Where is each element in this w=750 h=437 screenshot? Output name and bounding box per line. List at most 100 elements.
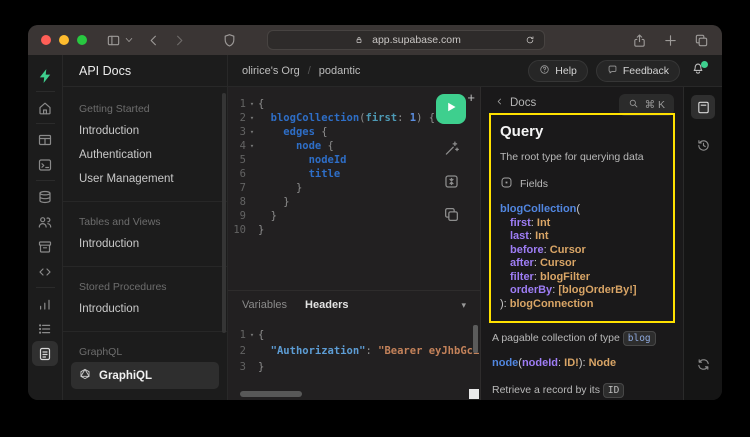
sidebar-title: API Docs: [63, 55, 227, 87]
lock-icon: [351, 32, 367, 48]
tab-variables[interactable]: Variables: [242, 299, 287, 311]
sidebar-section-heading: Getting Started: [79, 103, 150, 115]
doc-signature-line[interactable]: last: Int: [500, 230, 664, 244]
query-editor[interactable]: 1 ▾{2 ▾ blogCollection(first: 1) {3 ▾ edges…: [228, 87, 480, 290]
project-header: olirice's Org / podantic Help Feedback: [228, 55, 722, 87]
graphiql-editor-pane: 1 ▾{2 ▾ blogCollection(first: 1) {3 ▾ edges…: [228, 87, 480, 400]
feedback-button[interactable]: Feedback: [595, 59, 680, 82]
chevron-left-icon: [495, 97, 504, 109]
sidebar-item-introduction[interactable]: Introduction: [79, 119, 211, 143]
help-button[interactable]: Help: [528, 59, 588, 82]
zoom-window-button[interactable]: [77, 35, 87, 45]
forward-icon[interactable]: [171, 32, 187, 48]
graphql-icon: [79, 368, 91, 383]
rail-reports-icon[interactable]: [32, 291, 58, 316]
sidebar-item-authentication[interactable]: Authentication: [79, 143, 211, 167]
rail-api-docs-icon[interactable]: [32, 341, 58, 366]
sidebar-item-introduction[interactable]: Introduction: [79, 232, 211, 256]
headers-code-line[interactable]: 2 "Authorization": "Bearer eyJhbGci: [228, 343, 480, 359]
blog-type-chip[interactable]: blog: [622, 331, 656, 346]
doc-signature-line[interactable]: blogCollection(: [500, 203, 664, 217]
rail-edge-functions-icon[interactable]: [32, 259, 58, 284]
graphiql-plugin-rail: [683, 87, 722, 400]
doc-type-title: Query: [500, 123, 544, 140]
doc-signature-line[interactable]: before: Cursor: [500, 244, 664, 258]
node-field-signature[interactable]: node(nodeId: ID!): Node: [492, 357, 672, 371]
id-type-chip[interactable]: ID: [602, 382, 625, 398]
rail-home-icon[interactable]: [32, 95, 58, 120]
doc-signature-line[interactable]: ): blogConnection: [500, 298, 664, 312]
new-tab-icon[interactable]: [662, 32, 678, 48]
chevron-down-icon[interactable]: [121, 32, 137, 48]
rail-database-icon[interactable]: [32, 184, 58, 209]
query-code-line[interactable]: 10}: [228, 223, 480, 237]
doc-signature-line[interactable]: after: Cursor: [500, 257, 664, 271]
tab-overview-icon[interactable]: [693, 32, 709, 48]
search-icon: [628, 98, 639, 112]
minimize-window-button[interactable]: [59, 35, 69, 45]
help-icon: [539, 64, 550, 78]
close-window-button[interactable]: [41, 35, 51, 45]
sidebar-divider: [63, 266, 227, 267]
horizontal-scrollbar[interactable]: [240, 391, 302, 397]
sidebar-divider: [63, 201, 227, 202]
headers-code-line[interactable]: 1 ▾{: [228, 327, 480, 343]
sidebar-item-user-management[interactable]: User Management: [79, 167, 211, 191]
vertical-scrollbar[interactable]: [473, 325, 478, 353]
breadcrumb-org[interactable]: olirice's Org: [242, 65, 300, 77]
rail-storage-icon[interactable]: [32, 234, 58, 259]
sidebar-item-introduction[interactable]: Introduction: [79, 297, 211, 321]
prettify-button[interactable]: [443, 140, 460, 157]
secondary-editor: Variables Headers ▾ 1 ▾{2 "Authorization": …: [228, 290, 480, 400]
breadcrumb-separator: /: [307, 64, 311, 77]
rail-sql-editor-icon[interactable]: [32, 152, 58, 177]
sidebar-section-heading: Stored Procedures: [79, 281, 167, 293]
shield-icon[interactable]: [221, 32, 237, 48]
browser-window: app.supabase.com API Docs Getting Starte…: [28, 25, 722, 400]
browser-chrome: app.supabase.com: [28, 25, 722, 55]
docs-panel: Docs ⌘ K Query The root type for queryin…: [480, 87, 683, 400]
history-plugin-button[interactable]: [691, 133, 715, 157]
fields-icon: [500, 176, 513, 192]
notifications-button[interactable]: [688, 60, 708, 80]
headers-code-line[interactable]: 3}: [228, 359, 480, 375]
add-tab-icon[interactable]: +: [467, 90, 475, 105]
app-icon-rail: [28, 55, 63, 400]
sidebar-section-heading: GraphQL: [79, 346, 123, 358]
sidebar-divider: [63, 331, 227, 332]
scrollbar-corner: [469, 389, 479, 399]
highlight-box: Query The root type for querying data Fi…: [489, 113, 675, 323]
breadcrumb-project[interactable]: podantic: [319, 65, 361, 77]
api-docs-sidebar: API Docs Getting Started Introduction Auth…: [63, 55, 228, 400]
doc-signature-line[interactable]: first: Int: [500, 217, 664, 231]
refetch-schema-button[interactable]: [691, 352, 715, 376]
fields-section-header: Fields: [500, 176, 664, 192]
sidebar-section-heading: Tables and Views: [79, 216, 161, 228]
rail-logs-icon[interactable]: [32, 316, 58, 341]
sidebar-toggle-icon[interactable]: [105, 32, 121, 48]
headers-editor[interactable]: 1 ▾{2 "Authorization": "Bearer eyJhbGci 3}: [228, 319, 480, 400]
feedback-icon: [607, 64, 618, 78]
docs-plugin-button[interactable]: [691, 95, 715, 119]
doc-signature-line[interactable]: filter: blogFilter: [500, 271, 664, 285]
merge-fragments-button[interactable]: [443, 173, 460, 190]
sidebar-scrollbar[interactable]: [222, 93, 226, 333]
copy-query-button[interactable]: [443, 206, 460, 223]
play-icon: [444, 100, 458, 119]
share-icon[interactable]: [631, 32, 647, 48]
tab-headers[interactable]: Headers: [305, 299, 348, 311]
url-text: app.supabase.com: [372, 34, 461, 46]
rail-auth-icon[interactable]: [32, 209, 58, 234]
collapse-editor-icon[interactable]: ▾: [461, 300, 466, 311]
rail-divider: [35, 91, 55, 92]
rail-supabase-logo[interactable]: [32, 63, 58, 88]
doc-signature-line[interactable]: orderBy: [blogOrderBy!]: [500, 284, 664, 298]
reload-icon[interactable]: [522, 32, 538, 48]
sidebar-item-graphiql[interactable]: GraphiQL: [71, 362, 219, 389]
rail-divider: [35, 287, 55, 288]
back-icon[interactable]: [145, 32, 161, 48]
rail-divider: [35, 123, 55, 124]
address-bar[interactable]: app.supabase.com: [267, 30, 545, 50]
execute-query-button[interactable]: [436, 94, 466, 124]
rail-table-editor-icon[interactable]: [32, 127, 58, 152]
